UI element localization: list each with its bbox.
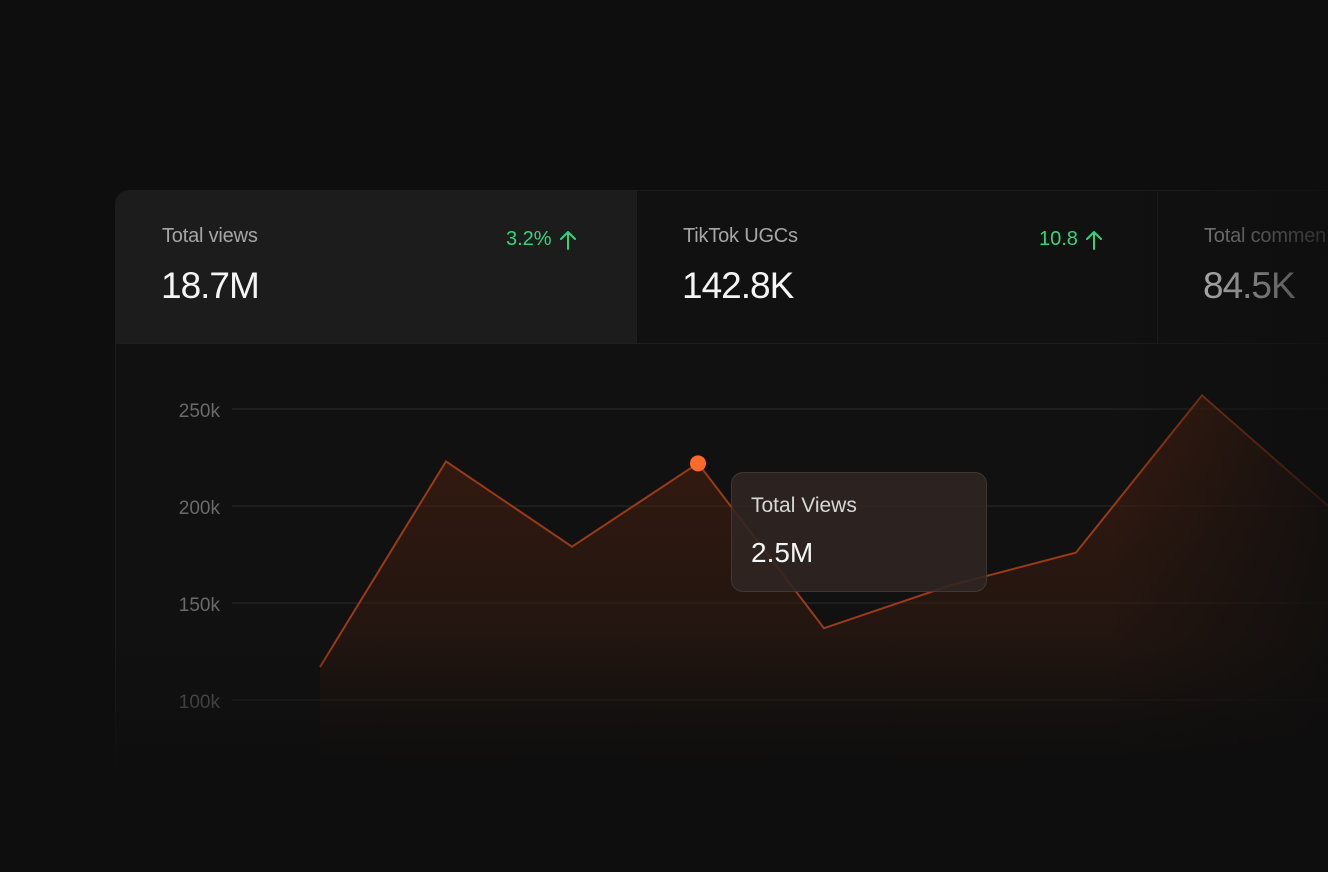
- y-tick-label: 200k: [179, 498, 221, 519]
- tooltip-value: 2.5M: [751, 537, 814, 568]
- highlighted-data-point[interactable]: [690, 455, 706, 472]
- tooltip-label: Total Views: [751, 494, 857, 517]
- chart-tooltip: Total Views 2.5M: [731, 472, 987, 592]
- y-tick-label: 250k: [179, 401, 221, 422]
- views-area: [320, 395, 1328, 872]
- y-axis: 250k 200k 150k 100k: [179, 401, 221, 713]
- y-tick-label: 150k: [179, 595, 221, 616]
- dashboard-stage: Total views 18.7M 3.2% TikTok UGCs 142.8…: [0, 0, 1328, 872]
- views-area-chart: 250k 200k 150k 100k: [179, 393, 1328, 872]
- y-tick-label: 100k: [179, 692, 221, 713]
